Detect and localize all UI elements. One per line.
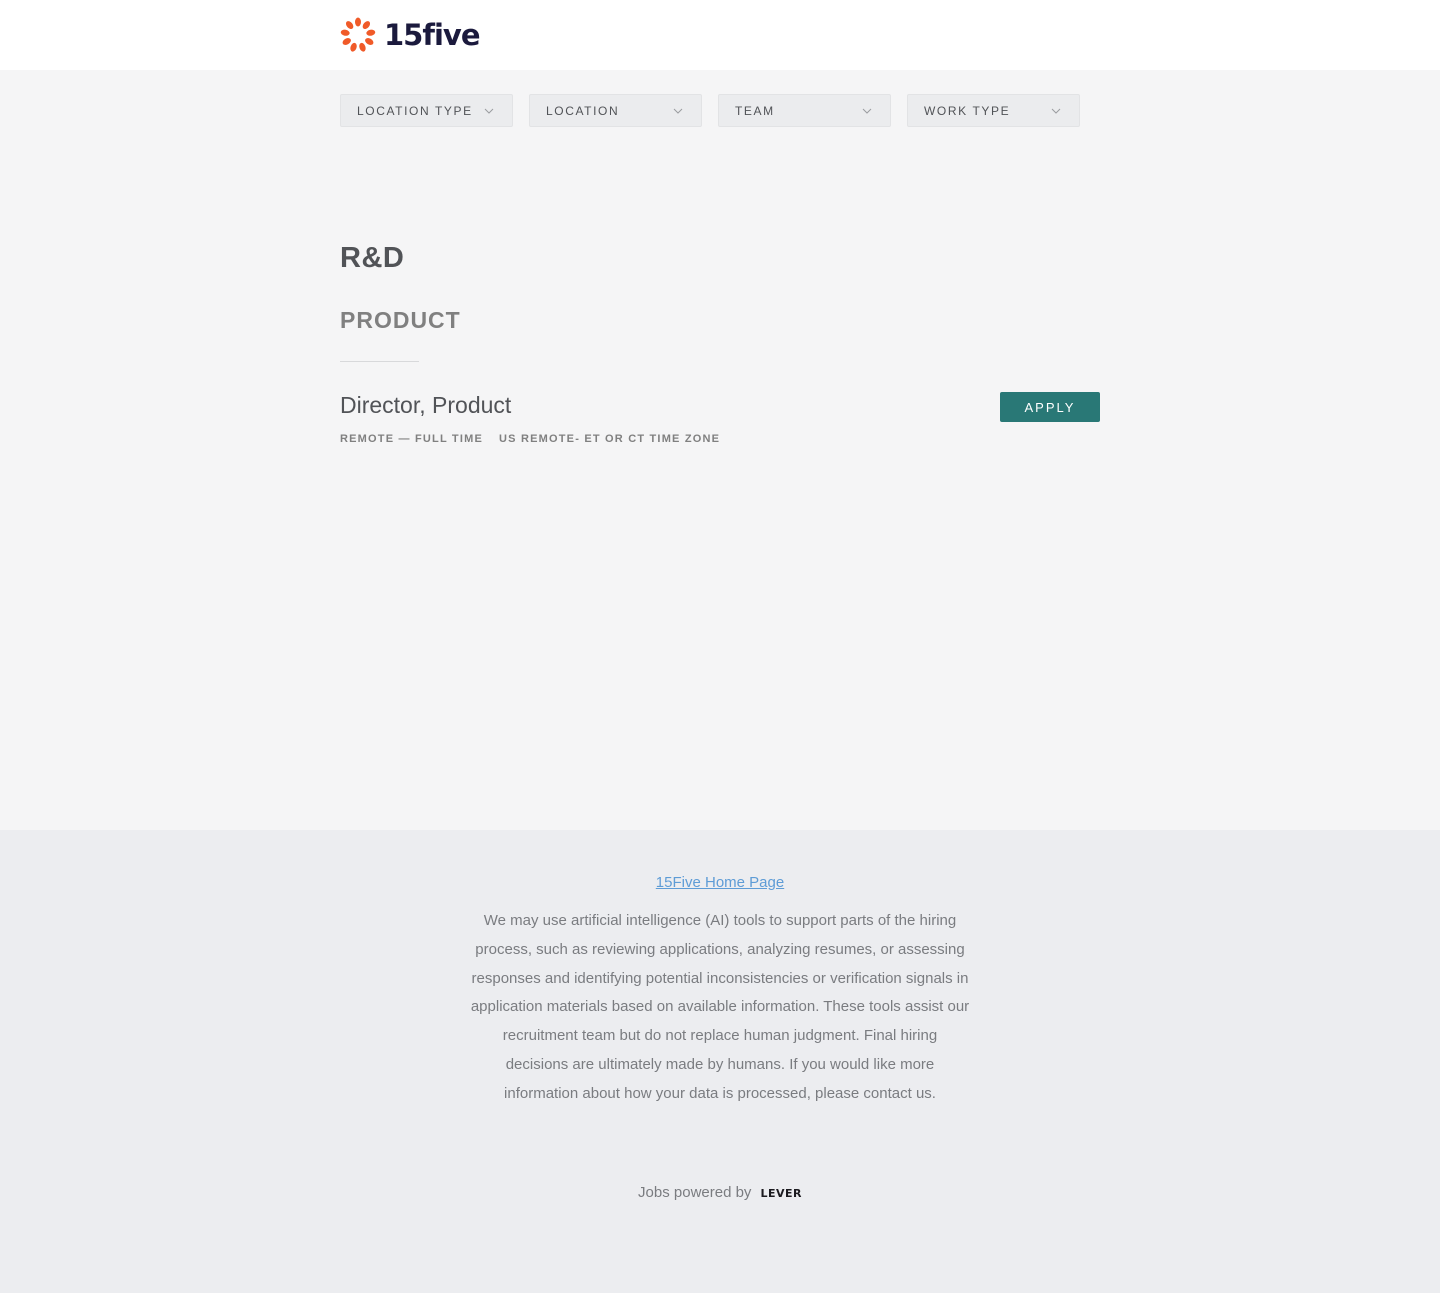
lever-logo[interactable]: LEVER [760, 1187, 802, 1200]
posting-title-link[interactable]: Director, Product [340, 392, 511, 419]
filter-label: LOCATION [546, 103, 620, 118]
page-footer: 15Five Home Page We may use artificial i… [0, 830, 1440, 1293]
page-header: 15five [0, 0, 1440, 70]
department-title: R&D [340, 242, 405, 274]
filter-location[interactable]: LOCATION [529, 94, 702, 127]
starburst-logo-icon [340, 17, 376, 52]
filter-label: WORK TYPE [924, 103, 1011, 118]
apply-button[interactable]: APPLY [1000, 392, 1100, 422]
brand-name: 15five [384, 18, 480, 52]
home-page-link[interactable]: 15Five Home Page [656, 874, 784, 891]
filter-team[interactable]: TEAM [718, 94, 891, 127]
brand-logo[interactable]: 15five [340, 17, 480, 53]
team-title: PRODUCT [340, 307, 461, 333]
filter-location-type[interactable]: LOCATION TYPE [340, 94, 513, 127]
chevron-down-icon [484, 108, 494, 114]
filter-work-type[interactable]: WORK TYPE [907, 94, 1080, 127]
filter-bar: LOCATION TYPE LOCATION TEAM WORK TYPE [340, 94, 1080, 127]
posting-meta: REMOTE — FULL TIME US REMOTE- ET OR CT T… [340, 433, 720, 445]
chevron-down-icon [1051, 108, 1061, 114]
chevron-down-icon [673, 108, 683, 114]
chevron-down-icon [862, 108, 872, 114]
posting-location: US REMOTE- ET OR CT TIME ZONE [499, 433, 721, 445]
powered-by: Jobs powered by LEVER [0, 1184, 1440, 1201]
filter-label: TEAM [735, 103, 775, 118]
footer-link-wrap: 15Five Home Page [0, 874, 1440, 891]
powered-by-text: Jobs powered by [638, 1184, 752, 1201]
section-divider [340, 361, 419, 362]
ai-notice-text: We may use artificial intelligence (AI) … [470, 912, 970, 1102]
posting-commitment: REMOTE — FULL TIME [340, 433, 484, 445]
filter-label: LOCATION TYPE [357, 103, 473, 118]
postings-main: LOCATION TYPE LOCATION TEAM WORK TYPE R&… [0, 70, 1440, 830]
